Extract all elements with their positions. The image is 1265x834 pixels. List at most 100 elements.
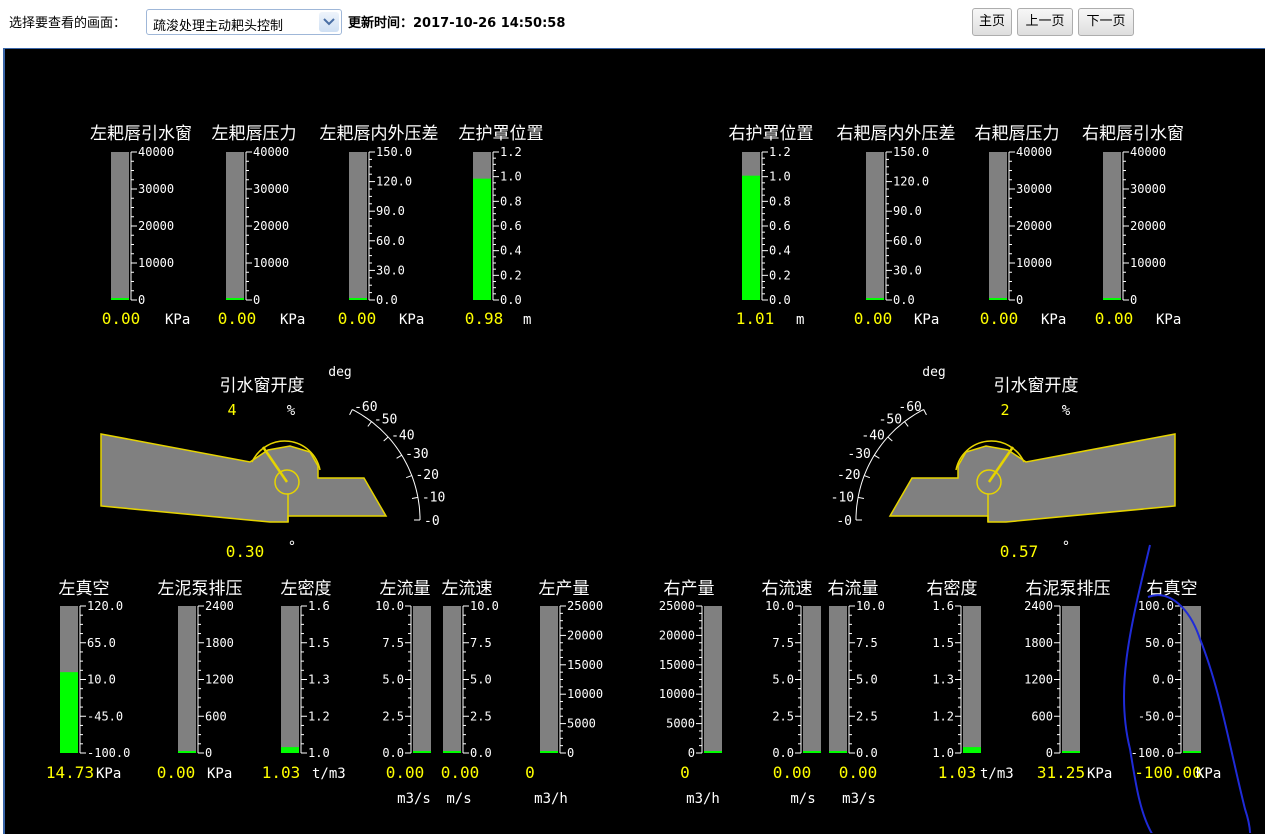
top-gauge-2: 左耙唇内外压差150.0 120.0 90.0 60.0 30.0 0.0 0.00 KPa [320, 124, 439, 328]
top-gauge-track [111, 152, 129, 300]
bottom-gauge-fill [1062, 751, 1080, 753]
bottom-gauge-tick-label: 7.5 [772, 636, 794, 650]
bottom-gauge-tick-label: 25000 [567, 599, 603, 613]
bottom-gauge-value: -100.00 [1134, 763, 1201, 782]
right-dial-tick-label: -40 [861, 428, 884, 443]
left-dial-tick [383, 436, 389, 442]
top-gauge-tick-label: 0.8 [769, 194, 791, 208]
bottom-gauge-tick-label: 20000 [659, 628, 695, 642]
bottom-gauge-label: 左产量 [539, 579, 590, 599]
top-gauge-7: 右耙唇引水窗40000 30000 20000 10000 0 0.00 KPa [1082, 124, 1184, 328]
bottom-gauge-track [1062, 606, 1080, 753]
bottom-gauge-tick-label: 1.6 [308, 599, 330, 613]
bottom-gauge-label: 左流速 [442, 579, 493, 599]
right-draghead-body [888, 433, 1176, 523]
view-select[interactable]: 疏浚处理主动耙头控制 [146, 9, 342, 35]
bottom-gauge-label: 左密度 [281, 579, 332, 599]
right-dial-unit: deg [922, 365, 945, 380]
bottom-gauge-tick-label: 65.0 [87, 636, 116, 650]
top-gauge-tick-label: 0.2 [769, 268, 791, 282]
chevron-down-icon[interactable] [319, 12, 339, 32]
right-window-label: 引水窗开度 [994, 376, 1079, 396]
right-angle-value: 0.57 [1000, 542, 1039, 561]
bottom-gauge-track [281, 606, 299, 753]
top-gauge-unit: KPa [399, 312, 424, 328]
bottom-gauge-tick-label: 2.5 [856, 709, 878, 723]
bottom-gauge-tick-label: 7.5 [856, 636, 878, 650]
top-gauge-tick-label: 10000 [253, 256, 289, 270]
bottom-gauge-tick-label: 50.0 [1145, 636, 1174, 650]
bottom-gauge-tick-label: 0 [688, 746, 695, 760]
right-dial-tick [874, 454, 880, 459]
bottom-gauge-tick-label: 0 [1046, 746, 1053, 760]
next-page-button[interactable]: 下一页 [1078, 8, 1134, 36]
bottom-gauge-tick-label: 5.0 [470, 673, 492, 687]
top-gauge-unit: KPa [165, 312, 190, 328]
bottom-gauge-label: 右密度 [927, 579, 978, 599]
top-gauge-value: 0.00 [102, 309, 141, 328]
right-angle-unit: ° [1062, 539, 1070, 555]
bottom-gauge-tick-label: -50.0 [1138, 709, 1174, 723]
right-dial-tick-label: -20 [837, 468, 860, 483]
bottom-gauge-label: 右泥泵排压 [1026, 579, 1111, 599]
bottom-gauge-unit2: m/s [790, 791, 815, 807]
bottom-gauge-3: 左流量10.0 7.5 5.0 2.5 0.0 0.00 m3/s [375, 579, 431, 807]
bottom-gauge-value: 0.00 [773, 763, 812, 782]
bottom-gauge-5: 左产量25000 20000 15000 10000 5000 0 0 m3/h [525, 579, 603, 807]
left-draghead: 引水窗开度4 %0.30 °-60-50-40-30-20-10-0deg [100, 365, 445, 561]
bottom-gauge-label: 右流速 [762, 579, 813, 599]
bottom-gauge-fill [413, 751, 431, 753]
right-window-unit: % [1062, 403, 1071, 419]
bottom-gauge-tick-label: 2.5 [470, 709, 492, 723]
top-gauge-unit: KPa [1041, 312, 1066, 328]
bottom-gauge-value: 31.25 [1037, 763, 1085, 782]
bottom-gauge-track [1183, 606, 1201, 753]
left-dial-tick-label: -40 [391, 428, 414, 443]
bottom-gauge-fill [60, 672, 78, 753]
top-gauge-tick-label: 0 [1016, 293, 1023, 307]
bottom-gauge-tick-label: 10000 [567, 687, 603, 701]
bottom-gauge-tick-label: 5.0 [382, 673, 404, 687]
bottom-gauge-value: 0 [525, 763, 535, 782]
bottom-gauge-2: 左密度1.6 1.5 1.3 1.2 1.0 1.03 t/m3 [262, 579, 346, 782]
top-gauge-tick-label: 20000 [138, 219, 174, 233]
top-gauge-tick-label: 1.0 [769, 170, 791, 184]
bottom-gauge-tick-label: 2.5 [772, 709, 794, 723]
bottom-gauge-value: 0 [680, 763, 690, 782]
top-gauge-value: 0.00 [980, 309, 1019, 328]
home-button[interactable]: 主页 [972, 8, 1012, 36]
bottom-gauge-label: 右产量 [664, 579, 715, 599]
bottom-gauge-unit2: m/s [446, 791, 471, 807]
top-gauge-tick-label: 1.0 [500, 170, 522, 184]
bottom-gauge-fill [803, 751, 821, 753]
bottom-gauge-tick-label: 1.5 [308, 636, 330, 650]
bottom-gauge-tick-label: 10.0 [470, 599, 499, 613]
top-gauge-fill [111, 298, 129, 300]
bottom-gauge-tick-label: 1.0 [932, 746, 954, 760]
top-gauge-track [349, 152, 367, 300]
top-gauge-tick-label: 0.0 [893, 293, 915, 307]
bottom-gauge-track [829, 606, 847, 753]
right-dial-tick [904, 421, 909, 427]
top-gauge-0: 左耙唇引水窗40000 30000 20000 10000 0 0.00 KPa [90, 124, 192, 328]
bottom-gauge-unit: t/m3 [980, 766, 1014, 782]
left-dial-tick-label: -0 [424, 514, 440, 529]
top-gauge-tick-label: 0.2 [500, 268, 522, 282]
top-gauge-tick-label: 30000 [138, 182, 174, 196]
top-gauge-label: 右护罩位置 [729, 124, 814, 144]
top-gauge-tick-label: 0 [138, 293, 145, 307]
top-gauge-tick-label: 0.0 [376, 293, 398, 307]
bottom-gauge-tick-label: 2400 [1024, 599, 1053, 613]
top-gauge-tick-label: 30000 [1130, 182, 1166, 196]
bottom-gauge-track [443, 606, 461, 753]
left-dial-tick [396, 454, 402, 459]
right-dial-tick-label: -10 [831, 491, 854, 506]
top-gauge-unit: KPa [280, 312, 305, 328]
top-gauge-fill [742, 175, 760, 300]
bottom-gauge-tick-label: 0.0 [1152, 673, 1174, 687]
right-dial-tick-label: -0 [836, 514, 852, 529]
prev-page-button[interactable]: 上一页 [1017, 8, 1073, 36]
bottom-gauge-tick-label: 10000 [659, 687, 695, 701]
bottom-gauge-track [963, 606, 981, 753]
bottom-gauge-value: 0.00 [839, 763, 878, 782]
